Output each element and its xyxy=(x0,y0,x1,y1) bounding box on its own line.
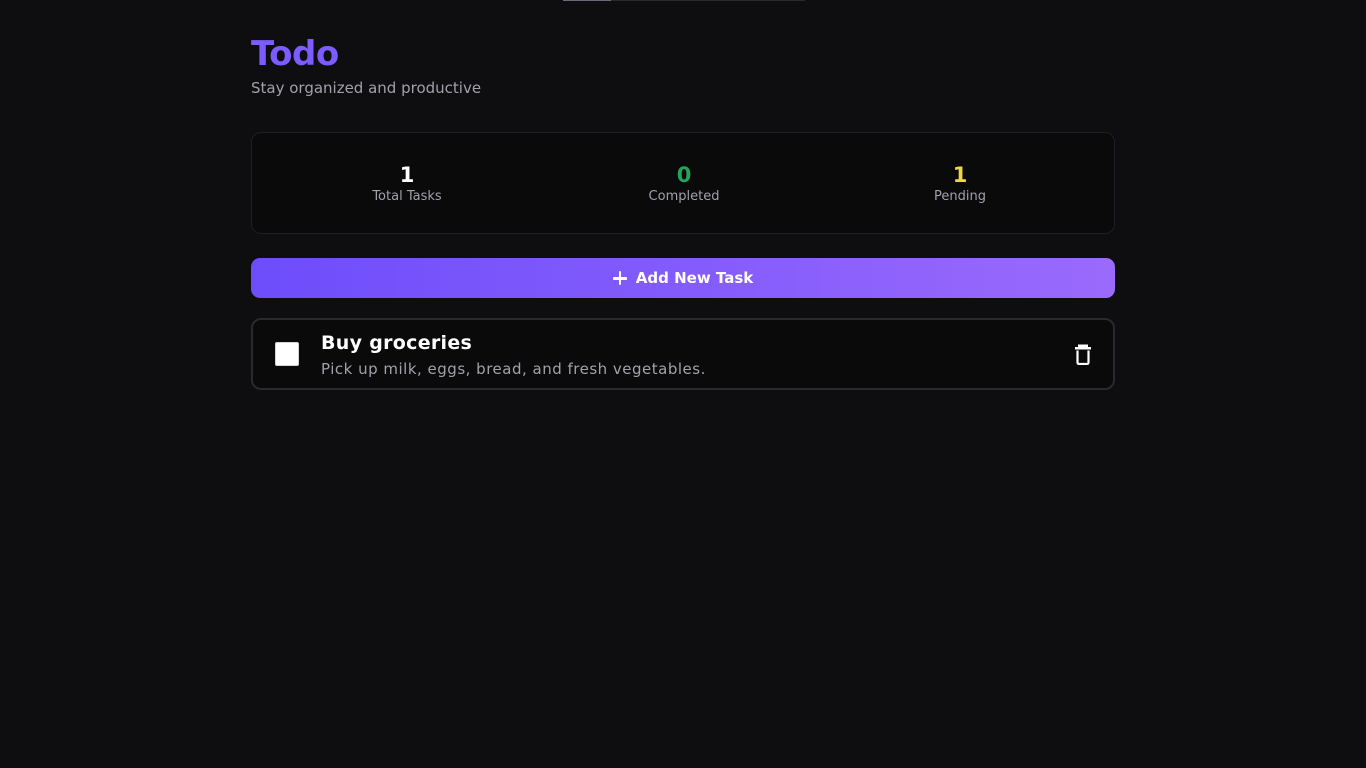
delete-task-button[interactable] xyxy=(1073,343,1093,366)
task-item: Buy groceries Pick up milk, eggs, bread,… xyxy=(251,318,1115,390)
add-new-task-label: Add New Task xyxy=(635,269,754,287)
stat-completed-value: 0 xyxy=(676,163,692,187)
stat-total-label: Total Tasks xyxy=(372,189,442,204)
add-new-task-button[interactable]: Add New Task xyxy=(251,258,1115,298)
top-scroll-indicator-thumb xyxy=(563,0,611,1)
task-description: Pick up milk, eggs, bread, and fresh veg… xyxy=(321,360,706,378)
top-scroll-indicator xyxy=(563,0,805,1)
app-title: Todo xyxy=(251,34,339,74)
stat-pending-label: Pending xyxy=(934,189,986,204)
stat-total-tasks: 1 Total Tasks xyxy=(307,163,507,204)
stat-pending-value: 1 xyxy=(952,163,968,187)
stat-completed: 0 Completed xyxy=(584,163,784,204)
task-title: Buy groceries xyxy=(321,332,473,354)
stat-completed-label: Completed xyxy=(648,189,720,204)
task-checkbox[interactable] xyxy=(275,342,299,366)
stats-panel: 1 Total Tasks 0 Completed 1 Pending xyxy=(251,132,1115,234)
stat-total-value: 1 xyxy=(399,163,415,187)
trash-icon xyxy=(1075,344,1091,366)
app-subtitle: Stay organized and productive xyxy=(251,79,482,97)
stat-pending: 1 Pending xyxy=(860,163,1060,204)
plus-icon xyxy=(612,271,627,285)
